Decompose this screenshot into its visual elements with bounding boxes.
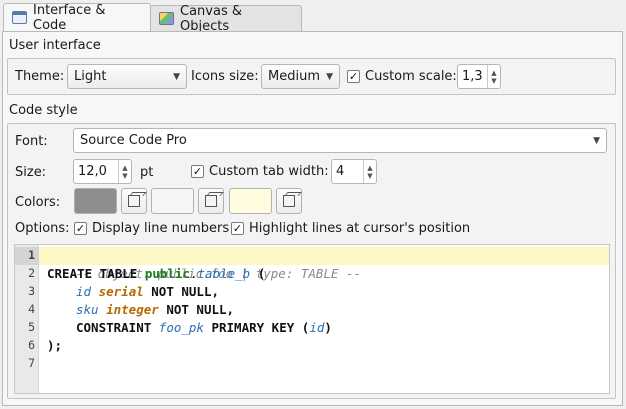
font-color-button[interactable]	[74, 188, 117, 214]
code-window-icon	[12, 11, 27, 24]
line-number: 6	[28, 338, 35, 352]
chevron-down-icon: ▼	[326, 71, 333, 82]
spin-arrows-icon[interactable]: ▲ ▼	[487, 65, 500, 88]
chevron-down-icon: ▼	[173, 71, 180, 82]
color-picker-icon	[205, 195, 217, 207]
constraint-name: foo_pk	[158, 320, 204, 335]
line-number: 5	[28, 320, 35, 334]
icons-size-select[interactable]: Medium ▼	[261, 64, 340, 89]
display-line-numbers-checkbox[interactable]: ✓	[74, 222, 87, 235]
custom-scale-spinbox[interactable]: 1,3 ▲ ▼	[457, 64, 501, 89]
code-style-title: Code style	[9, 103, 78, 118]
code-line-2: CREATE TABLE public.table_b (	[47, 265, 265, 283]
tab-label: Interface & Code	[33, 2, 106, 33]
background-color-button[interactable]	[151, 188, 194, 214]
spin-arrows-icon[interactable]: ▲ ▼	[363, 160, 376, 183]
font-label: Font:	[15, 134, 48, 149]
code-line-6: );	[47, 337, 62, 355]
line-number: 3	[28, 284, 35, 298]
size-label: Size:	[15, 165, 47, 180]
color-picker-icon	[128, 195, 140, 207]
tab-canvas-objects[interactable]: Canvas & Objects	[150, 3, 302, 34]
canvas-icon	[159, 12, 174, 25]
custom-scale-label: Custom scale:	[365, 69, 457, 84]
dot: .	[190, 266, 198, 281]
custom-scale-checkbox[interactable]: ✓	[347, 70, 360, 83]
highlight-lines-checkbox[interactable]: ✓	[231, 222, 244, 235]
paren: (	[250, 266, 266, 281]
paren: )	[324, 320, 332, 335]
column-name: id	[309, 320, 325, 335]
spin-arrows-icon[interactable]: ▲ ▼	[118, 160, 131, 183]
line-number: 7	[28, 356, 35, 370]
code-line-4: sku integer NOT NULL,	[76, 301, 234, 319]
keyword: CONSTRAINT	[76, 320, 159, 335]
keyword: NOT NULL,	[158, 302, 235, 317]
pick-background-color-button[interactable]	[198, 188, 224, 214]
tab-interface-code[interactable]: Interface & Code	[3, 2, 151, 33]
table-name: table_b	[197, 266, 251, 281]
pick-highlight-color-button[interactable]	[276, 188, 302, 214]
schema-name: public	[144, 266, 190, 281]
column-name: sku	[76, 302, 99, 317]
user-interface-title: User interface	[9, 38, 101, 53]
colors-label: Colors:	[15, 195, 61, 210]
keyword: PRIMARY KEY (	[203, 320, 310, 335]
size-unit: pt	[140, 165, 154, 180]
font-value: Source Code Pro	[80, 133, 187, 148]
keyword: CREATE TABLE	[47, 266, 145, 281]
tab-label: Canvas & Objects	[180, 3, 242, 34]
custom-tab-width-checkbox[interactable]: ✓	[191, 165, 204, 178]
chevron-down-icon: ▼	[593, 135, 600, 146]
data-type: serial	[98, 284, 144, 299]
column-name: id	[76, 284, 92, 299]
theme-value: Light	[74, 69, 107, 84]
paren: );	[47, 338, 63, 353]
code-line-5: CONSTRAINT foo_pk PRIMARY KEY (id)	[76, 319, 332, 337]
code-line-3: id serial NOT NULL,	[76, 283, 219, 301]
tab-width-spinbox[interactable]: 4 ▲ ▼	[331, 159, 377, 184]
line-number: 4	[28, 302, 35, 316]
options-label: Options:	[15, 221, 70, 236]
theme-label: Theme:	[15, 69, 65, 84]
font-size-spinbox[interactable]: 12,0 ▲ ▼	[73, 159, 132, 184]
icons-size-value: Medium	[268, 69, 320, 84]
font-size-value: 12,0	[78, 164, 107, 179]
highlight-color-button[interactable]	[229, 188, 272, 214]
code-line-1: -- object: public.foo | type: TABLE --	[45, 247, 361, 281]
line-number: 1	[28, 248, 35, 262]
highlight-lines-label: Highlight lines at cursor's position	[249, 221, 471, 236]
data-type: integer	[106, 302, 159, 317]
color-picker-icon	[283, 195, 295, 207]
icons-size-label: Icons size:	[191, 69, 259, 84]
display-line-numbers-label: Display line numbers	[92, 221, 230, 236]
code-preview[interactable]: 1 2 3 4 5 6 7 -- object: public.foo | ty…	[14, 244, 610, 394]
custom-tab-width-label: Custom tab width:	[209, 164, 329, 179]
tab-width-value: 4	[336, 164, 345, 179]
theme-select[interactable]: Light ▼	[67, 64, 187, 89]
line-number: 2	[28, 266, 35, 280]
custom-scale-value: 1,3	[462, 69, 483, 84]
font-select[interactable]: Source Code Pro ▼	[73, 128, 607, 153]
pick-font-color-button[interactable]	[121, 188, 147, 214]
keyword: NOT NULL,	[143, 284, 220, 299]
